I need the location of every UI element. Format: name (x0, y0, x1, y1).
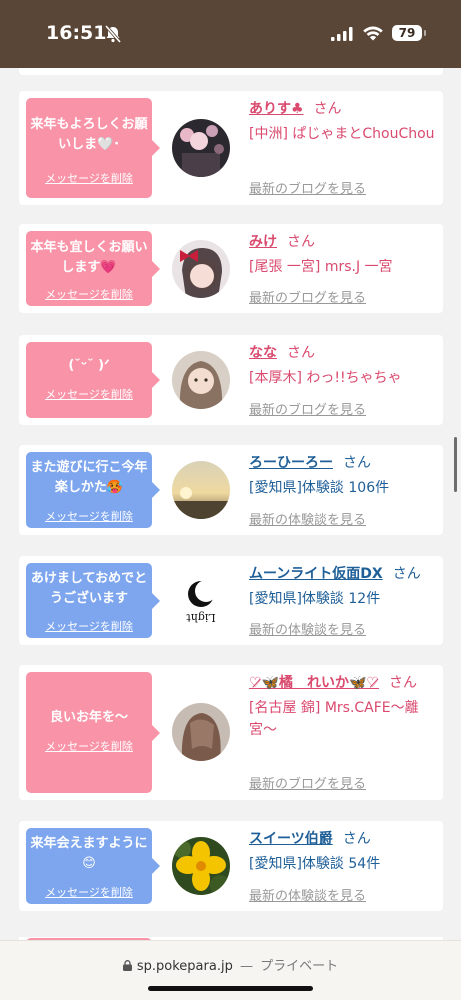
sender-info: ありす♣ さん [中洲] ぱじゃまとChouChou (249, 99, 439, 145)
message-bubble: 来年会えますように😊 メッセージを削除 (26, 828, 160, 904)
message-text: あけましておめでとうございます (30, 571, 148, 606)
honorific: さん (287, 345, 315, 361)
message-text: 来年会えますように😊 (30, 836, 148, 871)
message-text: 良いお年を〜 (49, 710, 128, 725)
honorific: さん (343, 455, 371, 471)
url-separator: — (239, 959, 253, 974)
url-text: sp.pokepara.jp (136, 959, 233, 974)
bubble-arrow (152, 724, 160, 741)
sender-shop: [尾張 一宮] mrs.J 一宮 (249, 259, 393, 275)
avatar[interactable] (172, 351, 230, 409)
message-card: 本年も宜しくお願いします💗 メッセージを削除 みけ さん [尾張 一宮] mrs.… (19, 224, 443, 313)
latest-blog-link[interactable]: 最新のブログを見る (249, 178, 366, 197)
message-bubble: 良いお年を〜 メッセージを削除 (26, 672, 160, 793)
latest-blog-link[interactable]: 最新のブログを見る (249, 287, 366, 306)
message-bubble: 本年も宜しくお願いします💗 メッセージを削除 (26, 231, 160, 306)
status-bar: 16:51 79 (0, 0, 461, 68)
message-bubble: あけましておめでとうございます メッセージを削除 (26, 563, 160, 638)
latest-blog-link[interactable]: 最新のブログを見る (249, 773, 366, 792)
url-row[interactable]: sp.pokepara.jp — プライベート (0, 955, 461, 974)
honorific: さん (342, 831, 371, 847)
honorific: さん (313, 101, 342, 117)
battery-icon: 79 (392, 25, 422, 41)
honorific: さん (287, 234, 315, 250)
sender-shop: [名古屋 錦] Mrs.CAFE〜離宮〜 (249, 700, 419, 738)
battery-tip (424, 30, 426, 36)
bell-off-icon (104, 25, 122, 43)
latest-review-link[interactable]: 最新の体験談を見る (249, 509, 366, 528)
sender-name[interactable]: ろーひーろー (249, 455, 333, 471)
sender-stats: [愛知県]体験談 106件 (249, 480, 390, 496)
bubble-arrow (152, 260, 160, 277)
sender-name[interactable]: ありす♣ (249, 101, 304, 117)
message-list: 来年もよろしくお願いしま🤍･ メッセージを削除 ありす♣ さん [中洲] ぱじゃま… (0, 68, 461, 940)
sender-info: ろーひーろー さん [愛知県]体験談 106件 (249, 453, 439, 499)
cellular-signal-icon (331, 27, 353, 41)
lock-icon (122, 960, 132, 971)
delete-message-link[interactable]: メッセージを削除 (26, 386, 152, 402)
avatar[interactable] (172, 461, 230, 519)
avatar[interactable] (172, 240, 230, 298)
avatar[interactable] (172, 837, 230, 895)
message-bubble: また遊びに行こ今年楽しかた🥵 メッセージを削除 (26, 452, 160, 528)
sender-name[interactable]: スイーツ伯爵 (249, 831, 333, 847)
message-bubble: (˘ᵕ˘ )ᐟ メッセージを削除 (26, 342, 160, 418)
sender-info: ♡̷🦋橘 れいか🦋♡̷ さん [名古屋 錦] Mrs.CAFE〜離宮〜 (249, 673, 439, 741)
avatar[interactable]: Light (172, 572, 230, 630)
previous-card-edge (19, 68, 443, 75)
wifi-icon (363, 26, 383, 41)
sender-name[interactable]: みけ (249, 234, 277, 250)
scrollbar[interactable] (454, 437, 457, 492)
delete-message-link[interactable]: メッセージを削除 (26, 618, 152, 634)
avatar-logo-text: Light (186, 611, 216, 624)
honorific: さん (388, 675, 417, 691)
message-card: 良いお年を〜 メッセージを削除 ♡̷🦋橘 れいか🦋♡̷ さん [名古屋 錦] Mr… (19, 665, 443, 800)
message-text: 来年もよろしくお願いしま🤍･ (30, 117, 148, 152)
message-text: (˘ᵕ˘ )ᐟ (68, 358, 110, 373)
latest-review-link[interactable]: 最新の体験談を見る (249, 619, 366, 638)
status-time: 16:51 (46, 22, 107, 44)
avatar[interactable] (172, 703, 230, 761)
message-card: また遊びに行こ今年楽しかた🥵 メッセージを削除 ろーひーろー さん [愛知県]体験… (19, 445, 443, 535)
message-text: 本年も宜しくお願いします💗 (30, 240, 148, 275)
message-bubble: 来年もよろしくお願いしま🤍･ メッセージを削除 (26, 98, 160, 198)
delete-message-link[interactable]: メッセージを削除 (26, 508, 152, 524)
private-label: プライベート (260, 959, 339, 974)
sender-stats: [愛知県]体験談 54件 (249, 856, 381, 872)
latest-blog-link[interactable]: 最新のブログを見る (249, 399, 366, 418)
message-card: (˘ᵕ˘ )ᐟ メッセージを削除 なな さん [本厚木] わっ!!ちゃちゃ 最新の… (19, 335, 443, 425)
avatar[interactable] (172, 119, 230, 177)
latest-review-link[interactable]: 最新の体験談を見る (249, 885, 366, 904)
sender-shop: [本厚木] わっ!!ちゃちゃ (249, 370, 402, 386)
sender-name[interactable]: ムーンライト仮面DX (249, 566, 383, 582)
message-card: 来年会えますように😊 メッセージを削除 スイーツ伯爵 さん [愛知県]体験談 54… (19, 821, 443, 911)
sender-info: ムーンライト仮面DX さん [愛知県]体験談 12件 (249, 564, 444, 610)
sender-info: みけ さん [尾張 一宮] mrs.J 一宮 (249, 232, 439, 278)
home-indicator[interactable] (148, 986, 313, 991)
browser-address-bar[interactable]: sp.pokepara.jp — プライベート (0, 940, 461, 1000)
bubble-arrow (152, 140, 160, 156)
delete-message-link[interactable]: メッセージを削除 (26, 884, 152, 900)
sender-stats: [愛知県]体験談 12件 (249, 591, 381, 607)
message-card: 来年もよろしくお願いしま🤍･ メッセージを削除 ありす♣ さん [中洲] ぱじゃま… (19, 91, 443, 205)
sender-info: スイーツ伯爵 さん [愛知県]体験談 54件 (249, 829, 439, 875)
delete-message-link[interactable]: メッセージを削除 (26, 286, 152, 302)
bubble-arrow (152, 592, 160, 609)
message-text: また遊びに行こ今年楽しかた🥵 (30, 460, 148, 495)
bubble-arrow (152, 482, 160, 498)
sender-name[interactable]: ♡̷🦋橘 れいか🦋♡̷ (249, 675, 379, 691)
honorific: さん (392, 566, 421, 582)
sender-shop: [中洲] ぱじゃまとChouChou (249, 126, 435, 142)
message-card: あけましておめでとうございます メッセージを削除 Light ムーンライト仮面D… (19, 556, 443, 645)
delete-message-link[interactable]: メッセージを削除 (26, 170, 152, 186)
sender-info: なな さん [本厚木] わっ!!ちゃちゃ (249, 343, 439, 389)
delete-message-link[interactable]: メッセージを削除 (26, 738, 152, 754)
bubble-arrow (152, 372, 160, 388)
sender-name[interactable]: なな (249, 345, 277, 361)
bubble-arrow (152, 858, 160, 874)
